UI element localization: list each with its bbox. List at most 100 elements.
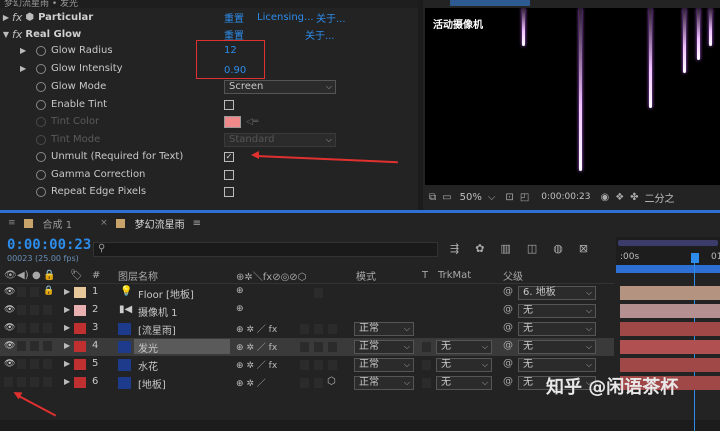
trkmat-select[interactable]: 无 ⌵ [436, 340, 492, 354]
preserve-transparency-box[interactable] [422, 360, 431, 370]
crop-icon[interactable]: ⊡ [505, 192, 513, 203]
current-time-display[interactable]: 0:00:00:23 [7, 237, 91, 253]
layer-name[interactable]: [流星雨] [138, 322, 176, 337]
pickwhip-icon[interactable]: @ [503, 322, 513, 333]
shy-switch-icon[interactable]: ⊕ [236, 304, 244, 314]
lock-icon[interactable]: 🔒 [43, 286, 54, 296]
visibility-toggle[interactable] [4, 377, 13, 387]
unmult-checkbox[interactable]: ✓ [224, 151, 234, 162]
pickwhip-icon[interactable]: @ [503, 304, 513, 315]
switches-icons[interactable]: ⊕ ✲ ／ [236, 376, 266, 389]
col-name[interactable]: 图层名称 [118, 268, 158, 283]
eye-icon[interactable]: 👁 [4, 270, 17, 281]
zoom-select[interactable]: 50% [460, 192, 482, 203]
solo-toggle[interactable] [30, 287, 39, 297]
preserve-transparency-box[interactable] [422, 378, 431, 388]
comp-flowchart-icon[interactable]: ⇶ [450, 242, 459, 255]
label-color[interactable] [74, 377, 86, 388]
stopwatch-icon[interactable] [36, 99, 46, 110]
solo-toggle[interactable] [30, 305, 39, 315]
switch-box[interactable] [314, 342, 323, 352]
collapse-icon[interactable]: ▼ [0, 30, 12, 39]
solo-icon[interactable]: ● [32, 270, 41, 281]
time-ruler[interactable]: :00s 01 [616, 237, 720, 431]
graph-editor-icon[interactable]: ◍ [553, 242, 563, 255]
trkmat-select[interactable]: 无 ⌵ [436, 358, 492, 372]
parent-select[interactable]: 无 ⌵ [518, 304, 596, 318]
eye-icon[interactable]: 👁 [4, 323, 15, 333]
menu-icon[interactable]: ≡ [8, 218, 16, 228]
switch-box[interactable] [328, 342, 337, 352]
close-icon[interactable]: × [100, 218, 108, 228]
composition-canvas[interactable]: 活动摄像机 [425, 8, 720, 185]
pickwhip-icon[interactable]: @ [503, 376, 513, 387]
preserve-transparency-box[interactable] [422, 342, 431, 352]
layer-name[interactable]: 摄像机 1 [138, 304, 178, 319]
audio-toggle[interactable] [17, 341, 26, 351]
eye-icon[interactable]: 👁 [4, 341, 15, 351]
audio-toggle[interactable] [17, 359, 26, 369]
menu-icon[interactable]: ≡ [193, 218, 201, 229]
pickwhip-icon[interactable]: @ [503, 286, 513, 297]
tab-meteor-shower[interactable]: × 梦幻流星雨 ≡ [100, 216, 201, 231]
expand-icon[interactable]: ▶ [64, 305, 70, 314]
display-icon[interactable]: ▭ [442, 192, 451, 203]
layer-duration-bar[interactable] [620, 286, 720, 300]
switches-icons[interactable]: ⊕ ✲ ／ fx [236, 358, 277, 371]
repeat-edge-checkbox[interactable] [224, 186, 234, 197]
layer-duration-bar[interactable] [620, 322, 720, 336]
audio-toggle[interactable] [17, 287, 26, 297]
stopwatch-icon[interactable] [36, 134, 46, 145]
switch-box[interactable] [314, 288, 323, 298]
layer-row[interactable]: 👁 ▶ 2 ▮◀ 摄像机 1 ⊕ @ 无 ⌵ [0, 302, 720, 320]
stopwatch-icon[interactable] [36, 63, 46, 74]
expand-icon[interactable]: ▶ [64, 323, 70, 332]
pickwhip-icon[interactable]: @ [503, 340, 513, 351]
layer-name[interactable]: Floor [地板] [138, 286, 194, 301]
lock-toggle[interactable] [43, 341, 52, 351]
draft-3d-icon[interactable]: ✿ [475, 242, 484, 255]
layer-duration-bar[interactable] [620, 304, 720, 318]
eye-icon[interactable]: 👁 [4, 359, 15, 369]
eyedropper-icon[interactable]: ◁═ [246, 117, 258, 127]
blend-mode-select[interactable]: 正常 ⌵ [354, 376, 414, 390]
show-snapshot-icon[interactable]: ❖ [615, 192, 624, 203]
stopwatch-icon[interactable] [36, 169, 46, 180]
tint-mode-select[interactable]: Standard ⌵ [224, 132, 336, 147]
frame-blending-icon[interactable]: ▥ [500, 242, 510, 255]
motion-blur-icon[interactable]: ◫ [527, 242, 537, 255]
stopwatch-icon[interactable] [36, 45, 46, 56]
layer-row[interactable]: 👁 ▶ 5 水花 ⊕ ✲ ／ fx 正常 ⌵ 无 ⌵ @ 无 ⌵ [0, 356, 720, 374]
tab-comp-1[interactable]: ≡ 合成 1 [8, 216, 72, 231]
layer-duration-bar[interactable] [620, 340, 720, 354]
lock-icon[interactable]: 🔒 [43, 270, 55, 281]
expand-icon[interactable]: ▶ [64, 341, 70, 350]
lock-toggle[interactable] [43, 359, 52, 369]
label-icon[interactable]: 🏷 [70, 270, 83, 281]
work-area-bar[interactable] [616, 265, 720, 273]
3d-layer-icon[interactable]: ⬡ [327, 376, 336, 387]
lock-toggle[interactable] [43, 305, 52, 315]
label-color[interactable] [74, 305, 86, 316]
layer-search-input[interactable]: ⚲ [93, 242, 438, 257]
expand-icon[interactable]: ▶ [0, 13, 12, 22]
blend-mode-select[interactable]: 正常 ⌵ [354, 322, 414, 336]
switch-box[interactable] [300, 378, 309, 388]
reset-link[interactable]: 重置 [224, 10, 244, 25]
shy-switch-icon[interactable]: ⊕ [236, 286, 244, 296]
resolution-select[interactable]: 二分之 [645, 190, 675, 205]
switch-box[interactable] [300, 342, 309, 352]
time-navigator[interactable] [618, 240, 718, 246]
layer-row-selected[interactable]: 👁 ▶ 4 发光 ⊕ ✲ ／ fx 正常 ⌵ 无 ⌵ @ 无 ⌵ [0, 338, 720, 356]
mask-icon[interactable]: ◰ [520, 192, 529, 203]
eye-icon[interactable]: 👁 [4, 305, 15, 315]
switch-box[interactable] [314, 324, 323, 334]
viewer-tab[interactable] [450, 0, 530, 6]
enable-tint-checkbox[interactable] [224, 99, 234, 110]
playhead[interactable] [691, 253, 699, 263]
switch-box[interactable] [314, 378, 323, 388]
expand-icon[interactable]: ▶ [64, 287, 70, 296]
parent-select[interactable]: 无 ⌵ [518, 322, 596, 336]
fx-icon[interactable]: fx [12, 28, 22, 41]
switch-box[interactable] [300, 324, 309, 334]
